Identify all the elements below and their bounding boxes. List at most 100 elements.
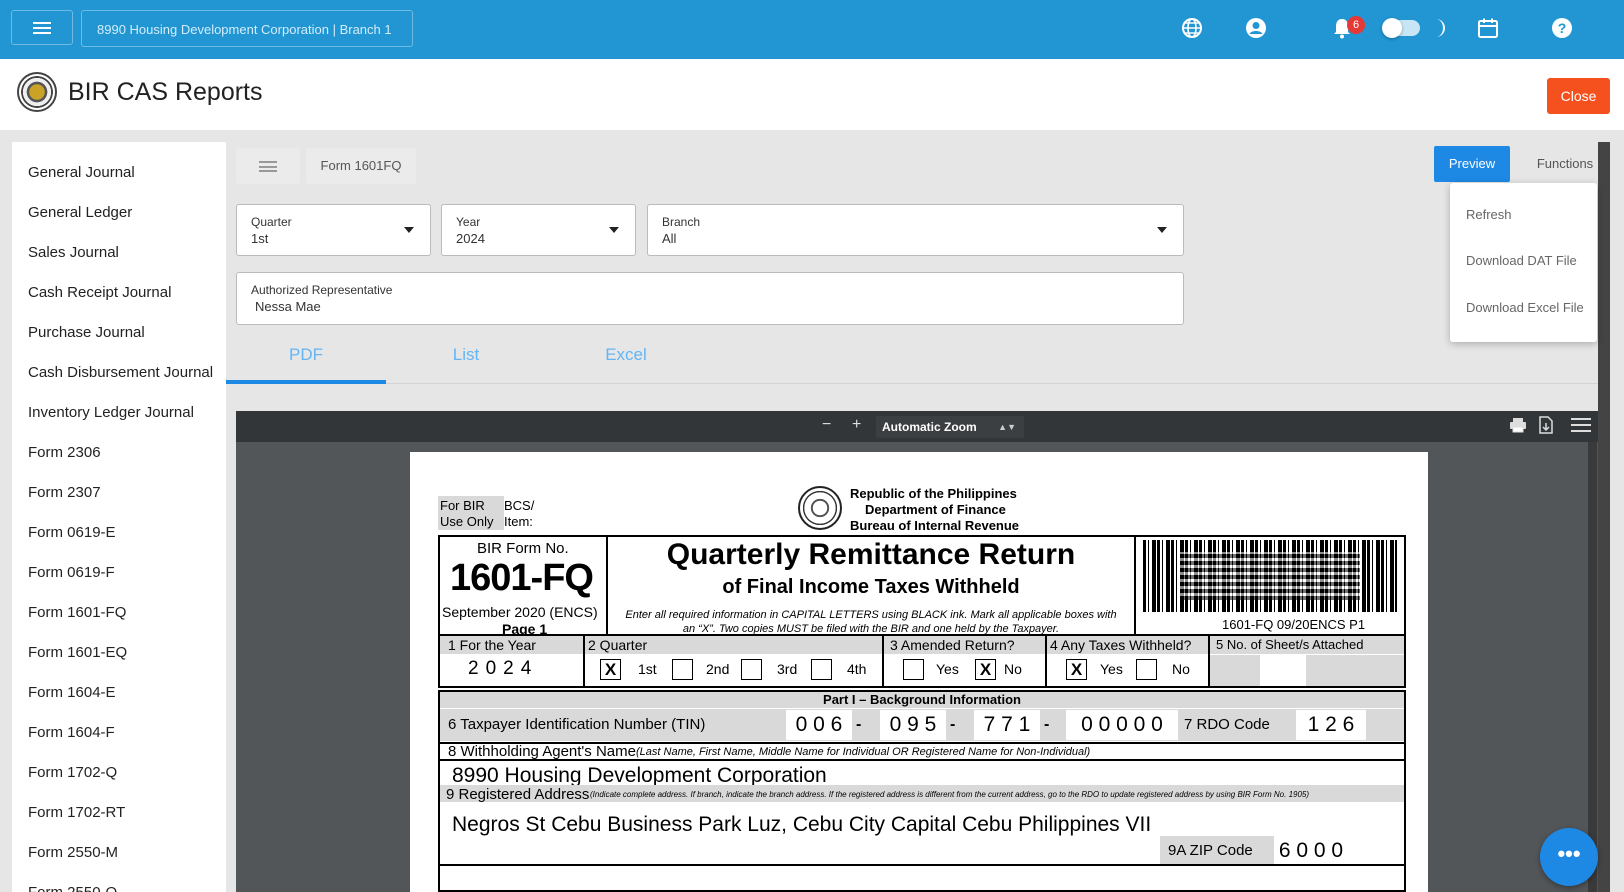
bir-seal-logo bbox=[17, 72, 57, 112]
viewer-scrollbar[interactable] bbox=[1588, 442, 1597, 892]
quarter-2nd-checkbox bbox=[672, 659, 693, 680]
divider bbox=[583, 636, 585, 686]
sidebar-item-cash-disbursement-journal[interactable]: Cash Disbursement Journal bbox=[28, 364, 213, 381]
functions-menu: Refresh Download DAT File Download Excel… bbox=[1450, 183, 1597, 342]
sidebar-item-inventory-ledger-journal[interactable]: Inventory Ledger Journal bbox=[28, 404, 194, 421]
tin-dash: - bbox=[856, 716, 862, 733]
user-account-icon[interactable] bbox=[1244, 16, 1268, 40]
barcode-pattern bbox=[1180, 552, 1360, 600]
sidebar-item-form-1601-eq[interactable]: Form 1601-EQ bbox=[28, 644, 127, 661]
zoom-select[interactable]: Automatic Zoom ▲▼ bbox=[876, 416, 1024, 438]
download-icon[interactable] bbox=[1539, 416, 1553, 439]
item7-label: 7 RDO Code bbox=[1184, 716, 1270, 733]
chevron-updown-icon: ▲▼ bbox=[998, 422, 1016, 432]
sheets-gray bbox=[1210, 655, 1260, 686]
sidebar-item-form-1702-rt[interactable]: Form 1702-RT bbox=[28, 804, 125, 821]
zoom-out-button[interactable]: − bbox=[822, 416, 831, 434]
divider bbox=[440, 759, 1404, 761]
company-branch-selector[interactable]: 8990 Housing Development Corporation | B… bbox=[81, 10, 413, 47]
theme-toggle-knob[interactable] bbox=[1382, 18, 1402, 38]
amended-no-checkbox: X bbox=[975, 659, 996, 680]
sidebar-item-sales-journal[interactable]: Sales Journal bbox=[28, 244, 119, 261]
year-label: Year bbox=[456, 215, 481, 229]
main-menu-button[interactable] bbox=[11, 10, 73, 45]
help-icon[interactable]: ? bbox=[1550, 16, 1574, 40]
year-select[interactable]: Year 2024 bbox=[441, 204, 636, 256]
divider bbox=[440, 864, 1404, 866]
sidebar-item-general-ledger[interactable]: General Ledger bbox=[28, 204, 132, 221]
sheets-gray bbox=[1306, 655, 1404, 686]
chat-fab-button[interactable]: ••• bbox=[1540, 828, 1598, 886]
form-no-label: BIR Form No. bbox=[477, 540, 569, 557]
tin-part1: 0 0 6 bbox=[786, 710, 852, 740]
amended-no-label: No bbox=[1004, 661, 1022, 677]
print-icon[interactable] bbox=[1509, 417, 1527, 438]
quarter-3rd-label: 3rd bbox=[777, 661, 798, 677]
pdf-page: For BIR Use Only BCS/ Item: Republic of … bbox=[410, 452, 1428, 892]
sidebar-item-form-2306[interactable]: Form 2306 bbox=[28, 444, 101, 461]
quarter-4th-label: 4th bbox=[847, 661, 867, 677]
moon-icon bbox=[1426, 16, 1450, 40]
withheld-no-checkbox bbox=[1136, 659, 1157, 680]
notification-count-badge: 6 bbox=[1347, 16, 1365, 34]
quarter-value: 1st bbox=[251, 231, 269, 246]
quarter-select[interactable]: Quarter 1st bbox=[236, 204, 431, 256]
tab-excel[interactable]: Excel bbox=[546, 345, 706, 365]
item1-label: 1 For the Year bbox=[448, 637, 536, 653]
globe-icon[interactable] bbox=[1180, 16, 1204, 40]
sidebar-item-form-2550-q[interactable]: Form 2550-Q bbox=[28, 884, 117, 892]
sidebar-item-cash-receipt-journal[interactable]: Cash Receipt Journal bbox=[28, 284, 171, 301]
tab-list[interactable]: List bbox=[386, 345, 546, 365]
report-menu-button[interactable] bbox=[236, 148, 300, 184]
tab-pdf[interactable]: PDF bbox=[226, 345, 386, 365]
item9a-label: 9A ZIP Code bbox=[1168, 842, 1253, 859]
tools-menu-icon[interactable] bbox=[1571, 417, 1591, 438]
for-bir-line2: Use Only bbox=[440, 514, 494, 529]
menu-icon bbox=[33, 21, 51, 34]
authorized-representative-field[interactable]: Authorized Representative Nessa Mae bbox=[236, 272, 1184, 325]
barcode-code: 1601-FQ 09/20ENCS P1 bbox=[1222, 617, 1366, 632]
chevron-down-icon bbox=[404, 227, 414, 233]
quarter-1st-label: 1st bbox=[638, 661, 657, 677]
functions-button[interactable]: Functions bbox=[1520, 146, 1610, 182]
representative-label: Authorized Representative bbox=[251, 283, 393, 297]
branch-label: Branch bbox=[662, 215, 701, 229]
address-value: Negros St Cebu Business Park Luz, Cebu C… bbox=[452, 813, 1152, 836]
quarter-1st-checkbox: X bbox=[600, 659, 621, 680]
form-breadcrumb: Form 1601FQ bbox=[306, 148, 416, 184]
sidebar-item-form-2307[interactable]: Form 2307 bbox=[28, 484, 101, 501]
year-value: 2024 bbox=[456, 231, 485, 246]
sidebar-item-general-journal[interactable]: General Journal bbox=[28, 164, 135, 181]
sidebar-item-form-0619-f[interactable]: Form 0619-F bbox=[28, 564, 115, 581]
preview-button[interactable]: Preview bbox=[1434, 146, 1510, 182]
amended-yes-checkbox bbox=[903, 659, 924, 680]
menu-item-refresh[interactable]: Refresh bbox=[1466, 207, 1512, 222]
branch-select[interactable]: Branch All bbox=[647, 204, 1184, 256]
instructions-line1: Enter all required information in CAPITA… bbox=[625, 609, 1117, 621]
menu-item-download-excel[interactable]: Download Excel File bbox=[1466, 300, 1584, 315]
sidebar-item-form-1601-fq[interactable]: Form 1601-FQ bbox=[28, 604, 126, 621]
tin-part3: 7 7 1 bbox=[974, 710, 1040, 740]
page-scrollbar[interactable] bbox=[1598, 142, 1610, 892]
tab-divider bbox=[226, 383, 1600, 384]
sidebar-item-purchase-journal[interactable]: Purchase Journal bbox=[28, 324, 145, 341]
sidebar-item-form-0619-e[interactable]: Form 0619-E bbox=[28, 524, 116, 541]
bcs-line2: Item: bbox=[504, 514, 533, 529]
menu-item-download-dat[interactable]: Download DAT File bbox=[1466, 253, 1577, 268]
close-button[interactable]: Close bbox=[1547, 78, 1610, 114]
zoom-in-button[interactable]: + bbox=[852, 416, 861, 434]
sidebar-item-form-2550-m[interactable]: Form 2550-M bbox=[28, 844, 118, 861]
divider bbox=[1045, 636, 1047, 686]
sidebar-item-form-1604-f[interactable]: Form 1604-F bbox=[28, 724, 115, 741]
item5-label: 5 No. of Sheet/s Attached bbox=[1216, 637, 1364, 652]
sidebar-item-form-1604-e[interactable]: Form 1604-E bbox=[28, 684, 116, 701]
sidebar-item-form-1702-q[interactable]: Form 1702-Q bbox=[28, 764, 117, 781]
part1-heading: Part I – Background Information bbox=[440, 692, 1404, 708]
withheld-no-label: No bbox=[1172, 661, 1190, 677]
bureau-text: Bureau of Internal Revenue bbox=[850, 518, 1020, 533]
representative-value: Nessa Mae bbox=[255, 299, 321, 314]
item6-label: 6 Taxpayer Identification Number (TIN) bbox=[448, 716, 706, 733]
quarter-2nd-label: 2nd bbox=[706, 661, 730, 677]
tin-part4: 0 0 0 0 0 bbox=[1066, 710, 1178, 740]
calendar-icon[interactable] bbox=[1476, 16, 1500, 40]
